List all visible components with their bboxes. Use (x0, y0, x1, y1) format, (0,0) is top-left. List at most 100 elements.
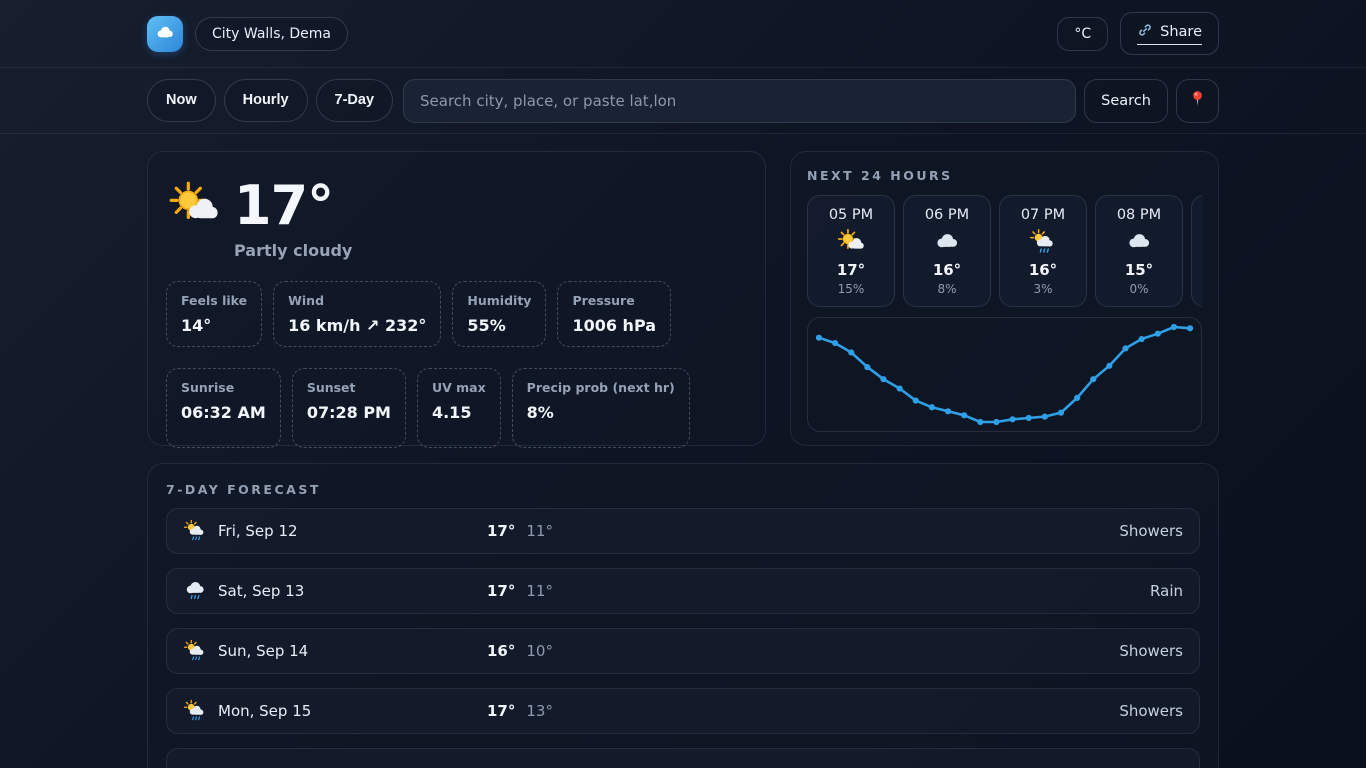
current-stats-row-1: Feels like 14° Wind 16 km/h ↗ 232° Humid… (166, 281, 747, 347)
stat-value: 8% (527, 403, 675, 422)
hourly-scroller[interactable]: 05 PM 17° 15% 06 PM 16° 8% 07 PM (807, 195, 1202, 307)
tab-label: Now (166, 92, 197, 108)
sun-cloud-icon (168, 180, 220, 232)
share-button[interactable]: Share (1120, 12, 1219, 55)
forecast-low-temp: 10° (526, 642, 553, 660)
hour-precip-probability: 8% (908, 282, 986, 296)
stat-label: Pressure (572, 293, 656, 309)
stat-value: 4.15 (432, 403, 486, 422)
stat-value: 16 km/h ↗ 232° (288, 316, 426, 335)
hour-card: 05 PM 17° 15% (807, 195, 895, 307)
hour-temp: 15° (1100, 261, 1178, 279)
forecast-low-temp: 11° (526, 582, 553, 600)
forecast-condition: Showers (553, 522, 1183, 540)
stat-box: Feels like 14° (166, 281, 262, 347)
hour-precip-probability: 0% (1100, 282, 1178, 296)
hour-precip-probability: 0% (1196, 282, 1202, 296)
cloud-icon (908, 228, 986, 258)
forecast-low-temp: 13° (526, 702, 553, 720)
stat-label: Feels like (181, 293, 247, 309)
stat-box: Precip prob (next hr) 8% (512, 368, 690, 448)
stat-label: Sunset (307, 380, 391, 396)
stat-value: 55% (467, 316, 531, 335)
tab-label: Hourly (243, 92, 289, 108)
stat-box: Pressure 1006 hPa (557, 281, 671, 347)
seven-day-forecast-card: 7-DAY FORECAST Fri, Sep 12 17° 11° Showe… (147, 463, 1219, 768)
temperature-trend-chart (807, 317, 1202, 432)
nav-bar: Now Hourly 7-Day Search (0, 68, 1366, 134)
top-bar: City Walls, Dema °C Share (0, 0, 1366, 68)
unit-label: °C (1074, 27, 1091, 41)
forecast-high-temp: 17° (487, 582, 515, 600)
sun-cloud-icon (812, 228, 890, 258)
hour-time: 08 PM (1100, 207, 1178, 223)
forecast-row: Fri, Sep 12 17° 11° Showers (166, 508, 1200, 554)
sun-rain-icon (183, 639, 207, 663)
location-chip[interactable]: City Walls, Dema (195, 17, 348, 51)
forecast-row: Sat, Sep 13 17° 11° Rain (166, 568, 1200, 614)
hour-card: 06 PM 16° 8% (903, 195, 991, 307)
forecast-condition: Showers (553, 642, 1183, 660)
stat-box: Sunrise 06:32 AM (166, 368, 281, 448)
forecast-row-partial (166, 748, 1200, 768)
app-logo[interactable] (147, 16, 183, 52)
share-label: Share (1160, 25, 1202, 40)
sun-rain-icon (1004, 228, 1082, 258)
forecast-day-label: Fri, Sep 12 (218, 522, 298, 540)
seven-day-forecast-title: 7-DAY FORECAST (166, 482, 1200, 497)
stat-box: Humidity 55% (452, 281, 546, 347)
link-icon (1137, 22, 1153, 42)
hour-precip-probability: 15% (812, 282, 890, 296)
forecast-condition: Showers (553, 702, 1183, 720)
hour-card: 08 PM 15° 0% (1095, 195, 1183, 307)
rain-cloud-icon (183, 579, 207, 603)
current-stats-row-2: Sunrise 06:32 AM Sunset 07:28 PM UV max … (166, 368, 747, 448)
hour-temp: 16° (908, 261, 986, 279)
stat-value: 07:28 PM (307, 403, 391, 422)
rain-cloud-icon (1196, 228, 1202, 258)
view-tab[interactable]: Now (147, 79, 216, 122)
next-24-hours-title: NEXT 24 HOURS (807, 168, 1202, 183)
stat-box: Wind 16 km/h ↗ 232° (273, 281, 441, 347)
forecast-high-temp: 17° (487, 702, 515, 720)
stat-value: 14° (181, 316, 247, 335)
stat-value: 1006 hPa (572, 316, 656, 335)
stat-box: UV max 4.15 (417, 368, 501, 448)
stat-label: Humidity (467, 293, 531, 309)
pushpin-icon (1188, 89, 1207, 112)
hour-time: 06 PM (908, 207, 986, 223)
forecast-row: Mon, Sep 15 17° 13° Showers (166, 688, 1200, 734)
location-label: City Walls, Dema (212, 27, 331, 41)
view-tab[interactable]: 7-Day (316, 79, 394, 122)
current-conditions-card: 17° Partly cloudy Feels like 14° Wind 16… (147, 151, 766, 446)
hour-temp: 17° (812, 261, 890, 279)
locate-pin-button[interactable] (1176, 79, 1219, 123)
hour-temp: 16° (1004, 261, 1082, 279)
search-wrap (403, 79, 1076, 123)
search-button[interactable]: Search (1084, 79, 1168, 123)
current-condition: Partly cloudy (234, 241, 747, 260)
hour-time: 05 PM (812, 207, 890, 223)
tab-label: 7-Day (335, 92, 375, 108)
view-tabs: Now Hourly 7-Day (147, 79, 393, 122)
forecast-low-temp: 11° (526, 522, 553, 540)
hour-temp: 15° (1196, 261, 1202, 279)
forecast-high-temp: 17° (487, 522, 515, 540)
forecast-day-label: Mon, Sep 15 (218, 702, 311, 720)
stat-label: Wind (288, 293, 426, 309)
unit-toggle-button[interactable]: °C (1057, 17, 1108, 51)
stat-label: UV max (432, 380, 486, 396)
forecast-high-temp: 16° (487, 642, 515, 660)
stat-box: Sunset 07:28 PM (292, 368, 406, 448)
search-input[interactable] (403, 79, 1076, 123)
forecast-row: Sun, Sep 14 16° 10° Showers (166, 628, 1200, 674)
forecast-condition: Rain (553, 582, 1183, 600)
hour-time: 09 PM (1196, 207, 1202, 223)
hour-time: 07 PM (1004, 207, 1082, 223)
cloud-icon (1100, 228, 1178, 258)
sun-rain-icon (183, 519, 207, 543)
next-24-hours-card: NEXT 24 HOURS 05 PM 17° 15% 06 PM 16° (790, 151, 1219, 446)
view-tab[interactable]: Hourly (224, 79, 308, 122)
current-temperature: 17° (234, 178, 747, 235)
hour-card: 07 PM 16° 3% (999, 195, 1087, 307)
